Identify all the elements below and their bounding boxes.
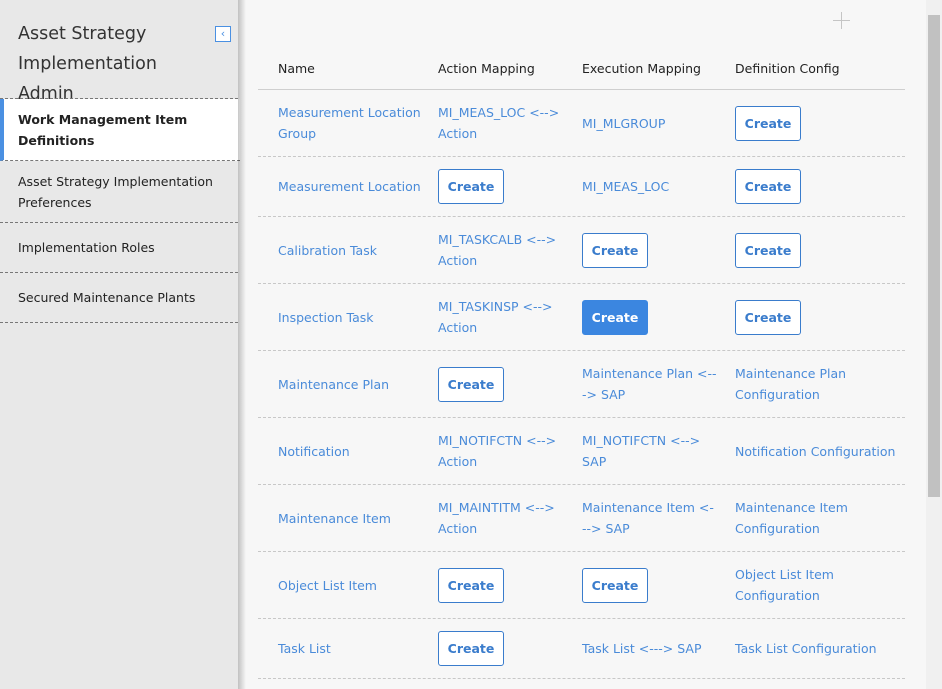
sidebar-item-work-management-item-definitions[interactable]: Work Management Item Definitions [0, 99, 240, 161]
definition-config-link[interactable]: Notification Configuration [735, 441, 895, 462]
main-panel: Name Action Mapping Execution Mapping De… [238, 0, 926, 689]
table-row: Task List Create Task List <---> SAP Tas… [258, 619, 905, 679]
column-header-execution-mapping: Execution Mapping [582, 61, 701, 76]
create-definition-button[interactable]: Create [735, 232, 801, 268]
collapse-left-icon[interactable]: ‹ [215, 26, 231, 42]
sidebar-item-asset-strategy-implementation-preferences[interactable]: Asset Strategy Implementation Preference… [0, 161, 238, 223]
execution-mapping-link[interactable]: Maintenance Item <---> SAP [582, 497, 717, 539]
item-name-link[interactable]: Measurement Location Group [278, 102, 428, 144]
execution-mapping-link[interactable]: Maintenance Plan <---> SAP [582, 363, 717, 405]
action-mapping-link[interactable]: MI_MEAS_LOC <--> Action [438, 102, 568, 144]
column-header-name: Name [278, 61, 315, 76]
create-action-mapping-button[interactable]: Create [438, 567, 504, 603]
sidebar: Asset Strategy Implementation Admin ‹ Wo… [0, 0, 240, 689]
table-row: Inspection Task MI_TASKINSP <--> Action … [258, 284, 905, 351]
definition-config-link[interactable]: Task List Configuration [735, 638, 877, 659]
item-name-link[interactable]: Calibration Task [278, 240, 377, 261]
column-header-definition-config: Definition Config [735, 61, 840, 76]
action-mapping-link[interactable]: MI_TASKINSP <--> Action [438, 296, 568, 338]
create-definition-button[interactable]: Create [735, 105, 801, 141]
action-mapping-link[interactable]: MI_NOTIFCTN <--> Action [438, 430, 568, 472]
item-name-link[interactable]: Maintenance Item [278, 508, 391, 529]
sidebar-title: Asset Strategy Implementation Admin [18, 24, 157, 104]
table-row: Notification MI_NOTIFCTN <--> Action MI_… [258, 418, 905, 485]
item-name-link[interactable]: Inspection Task [278, 307, 374, 328]
item-name-link[interactable]: Task List [278, 638, 331, 659]
sidebar-item-label: Work Management Item Definitions [18, 111, 188, 148]
create-execution-mapping-button[interactable]: Create [582, 567, 648, 603]
table-row: Object List Item Create Create Object Li… [258, 552, 905, 619]
create-action-mapping-button[interactable]: Create [438, 631, 504, 666]
sidebar-item-implementation-roles[interactable]: Implementation Roles [0, 223, 238, 273]
create-action-mapping-button[interactable]: Create [438, 169, 504, 204]
table-row: Measurement Location Group MI_MEAS_LOC <… [258, 90, 905, 157]
definition-config-link[interactable]: Maintenance Plan Configuration [735, 363, 905, 405]
execution-mapping-link[interactable]: MI_NOTIFCTN <--> SAP [582, 430, 717, 472]
item-name-link[interactable]: Object List Item [278, 575, 377, 596]
plus-icon[interactable] [833, 12, 850, 29]
sidebar-nav: Work Management Item Definitions Asset S… [0, 98, 240, 323]
column-header-action-mapping: Action Mapping [438, 61, 535, 76]
definition-config-link[interactable]: Maintenance Item Configuration [735, 497, 905, 539]
sidebar-item-secured-maintenance-plants[interactable]: Secured Maintenance Plants [0, 273, 238, 323]
table-row: Measurement Location Create MI_MEAS_LOC … [258, 157, 905, 217]
table-row: Maintenance Item MI_MAINTITM <--> Action… [258, 485, 905, 552]
vertical-scrollbar[interactable] [926, 0, 942, 689]
table-row: Maintenance Plan Create Maintenance Plan… [258, 351, 905, 418]
item-name-link[interactable]: Measurement Location [278, 176, 421, 197]
item-name-link[interactable]: Maintenance Plan [278, 374, 389, 395]
sidebar-item-label: Secured Maintenance Plants [18, 290, 196, 305]
table-row: Calibration Task MI_TASKCALB <--> Action… [258, 217, 905, 284]
execution-mapping-link[interactable]: Task List <---> SAP [582, 638, 701, 659]
action-mapping-link[interactable]: MI_MAINTITM <--> Action [438, 497, 568, 539]
sidebar-item-label: Implementation Roles [18, 240, 155, 255]
execution-mapping-link[interactable]: MI_MEAS_LOC [582, 176, 669, 197]
create-execution-mapping-button[interactable]: Create [582, 299, 648, 335]
item-name-link[interactable]: Notification [278, 441, 350, 462]
sidebar-item-label: Asset Strategy Implementation Preference… [18, 173, 213, 210]
create-action-mapping-button[interactable]: Create [438, 366, 504, 402]
table-header-row: Name Action Mapping Execution Mapping De… [258, 48, 905, 90]
definitions-table: Name Action Mapping Execution Mapping De… [258, 48, 905, 679]
create-definition-button[interactable]: Create [735, 169, 801, 204]
action-mapping-link[interactable]: MI_TASKCALB <--> Action [438, 229, 568, 271]
scrollbar-thumb[interactable] [928, 15, 940, 497]
definition-config-link[interactable]: Object List Item Configuration [735, 564, 905, 606]
create-definition-button[interactable]: Create [735, 299, 801, 335]
execution-mapping-link[interactable]: MI_MLGROUP [582, 113, 665, 134]
create-execution-mapping-button[interactable]: Create [582, 232, 648, 268]
